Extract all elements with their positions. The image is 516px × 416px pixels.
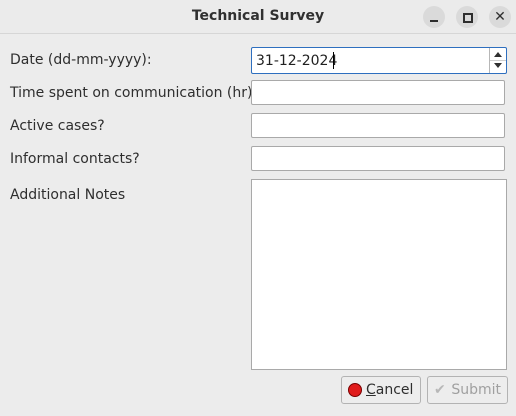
maximize-button[interactable] [456,6,478,28]
active-cases-label: Active cases? [10,118,105,134]
date-input[interactable] [252,48,490,73]
time-label: Time spent on communication (hr)? [10,85,260,101]
close-icon: ✕ [494,9,506,25]
text-cursor [333,52,334,69]
date-spinbox[interactable] [251,47,507,74]
checkmark-icon: ✔ [434,382,446,398]
spin-down-button[interactable] [490,60,506,72]
cancel-icon [348,383,362,397]
submit-button-label: Submit [451,382,501,398]
arrow-down-icon [494,63,502,68]
spin-buttons [489,48,506,73]
date-label: Date (dd-mm-yyyy): [10,52,152,68]
cancel-button[interactable]: Cancel [341,376,421,404]
notes-textarea[interactable] [251,179,507,370]
informal-contacts-field[interactable] [251,146,505,171]
notes-label: Additional Notes [10,187,126,203]
maximize-icon [463,13,473,23]
active-cases-field[interactable] [251,113,505,138]
minimize-button[interactable] [423,6,445,28]
cancel-button-label: Cancel [366,382,414,398]
close-button[interactable]: ✕ [489,6,511,28]
title-bar: Technical Survey ✕ [0,0,516,34]
submit-button[interactable]: ✔ Submit [427,376,508,404]
time-field[interactable] [251,80,505,105]
minimize-icon [430,20,438,22]
arrow-up-icon [494,52,502,57]
informal-contacts-label: Informal contacts? [10,151,140,167]
